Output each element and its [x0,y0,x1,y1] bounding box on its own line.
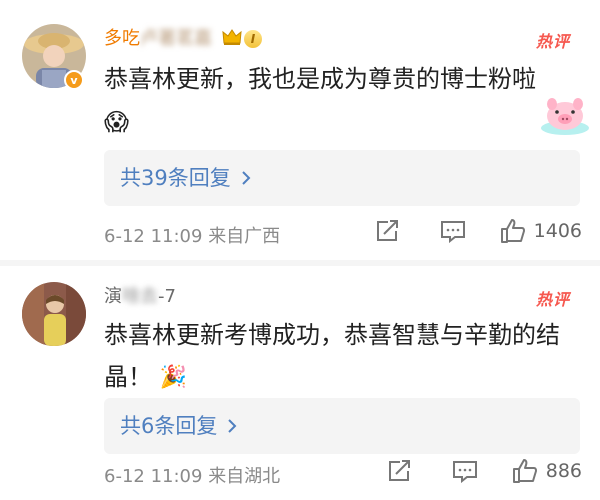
crown-icon [222,28,242,51]
username-obscured: 卢著茗嘉 [140,28,212,49]
comment-actions: 1406 [374,218,582,244]
username-suffix: -7 [158,286,176,307]
replies-label: 共6条回复 [120,414,218,438]
like-button[interactable]: 886 [512,458,582,484]
like-icon [500,218,526,244]
comment-button[interactable] [452,459,478,483]
verified-badge-icon: v [64,70,84,90]
username[interactable]: 演啥去-7 [104,282,176,308]
party-popper-emoji-icon: 🎉 [159,365,188,390]
comment-time: 6-12 11:09 [104,226,203,247]
avatar[interactable] [22,282,86,346]
comment-icon [452,459,478,483]
comment-actions: 886 [386,458,582,484]
share-button[interactable] [386,459,412,483]
username[interactable]: 多吃卢著茗嘉 I [104,24,263,51]
share-icon [386,459,412,483]
comment-item: 演啥去-7 热评 恭喜林更新考博成功，恭喜智慧与辛勤的结晶！ 🎉 共6条回复 6… [0,266,600,500]
comment-item: v 多吃卢著茗嘉 I 热评 恭喜林更新，我也是成为尊贵的博士粉啦 😱 共39条回… [0,0,600,258]
comment-button[interactable] [440,219,466,243]
share-icon [374,219,400,243]
pig-sticker-icon [540,92,590,140]
view-replies-button[interactable]: 共39条回复 [104,150,580,206]
like-icon [512,458,538,484]
hot-comment-badge: 热评 [535,32,570,51]
comment-meta: 6-12 11:09 来自广西 [104,222,280,248]
level-badge: I [243,30,263,48]
comment-meta: 6-12 11:09 来自湖北 [104,462,280,488]
share-button[interactable] [374,219,400,243]
view-replies-button[interactable]: 共6条回复 [104,398,580,454]
scream-emoji-icon: 😱 [104,108,130,136]
chevron-right-icon [227,398,237,454]
username-text: 多吃 [104,28,140,49]
username-obscured: 啥去 [122,286,158,307]
username-text: 演 [104,286,122,307]
comment-text-body: 恭喜林更新，我也是成为尊贵的博士粉啦 [104,65,536,93]
like-count: 886 [545,460,582,482]
chevron-right-icon [241,150,251,206]
replies-label: 共39条回复 [120,166,231,190]
comment-icon [440,219,466,243]
comment-location: 来自广西 [208,226,281,247]
like-button[interactable]: 1406 [500,218,582,244]
hot-comment-badge: 热评 [535,290,570,309]
comment-text: 恭喜林更新，我也是成为尊贵的博士粉啦 😱 [104,58,574,143]
comment-text: 恭喜林更新考博成功，恭喜智慧与辛勤的结晶！ 🎉 [104,314,574,399]
comment-location: 来自湖北 [208,466,281,487]
comment-time: 6-12 11:09 [104,466,203,487]
like-count: 1406 [533,220,582,242]
